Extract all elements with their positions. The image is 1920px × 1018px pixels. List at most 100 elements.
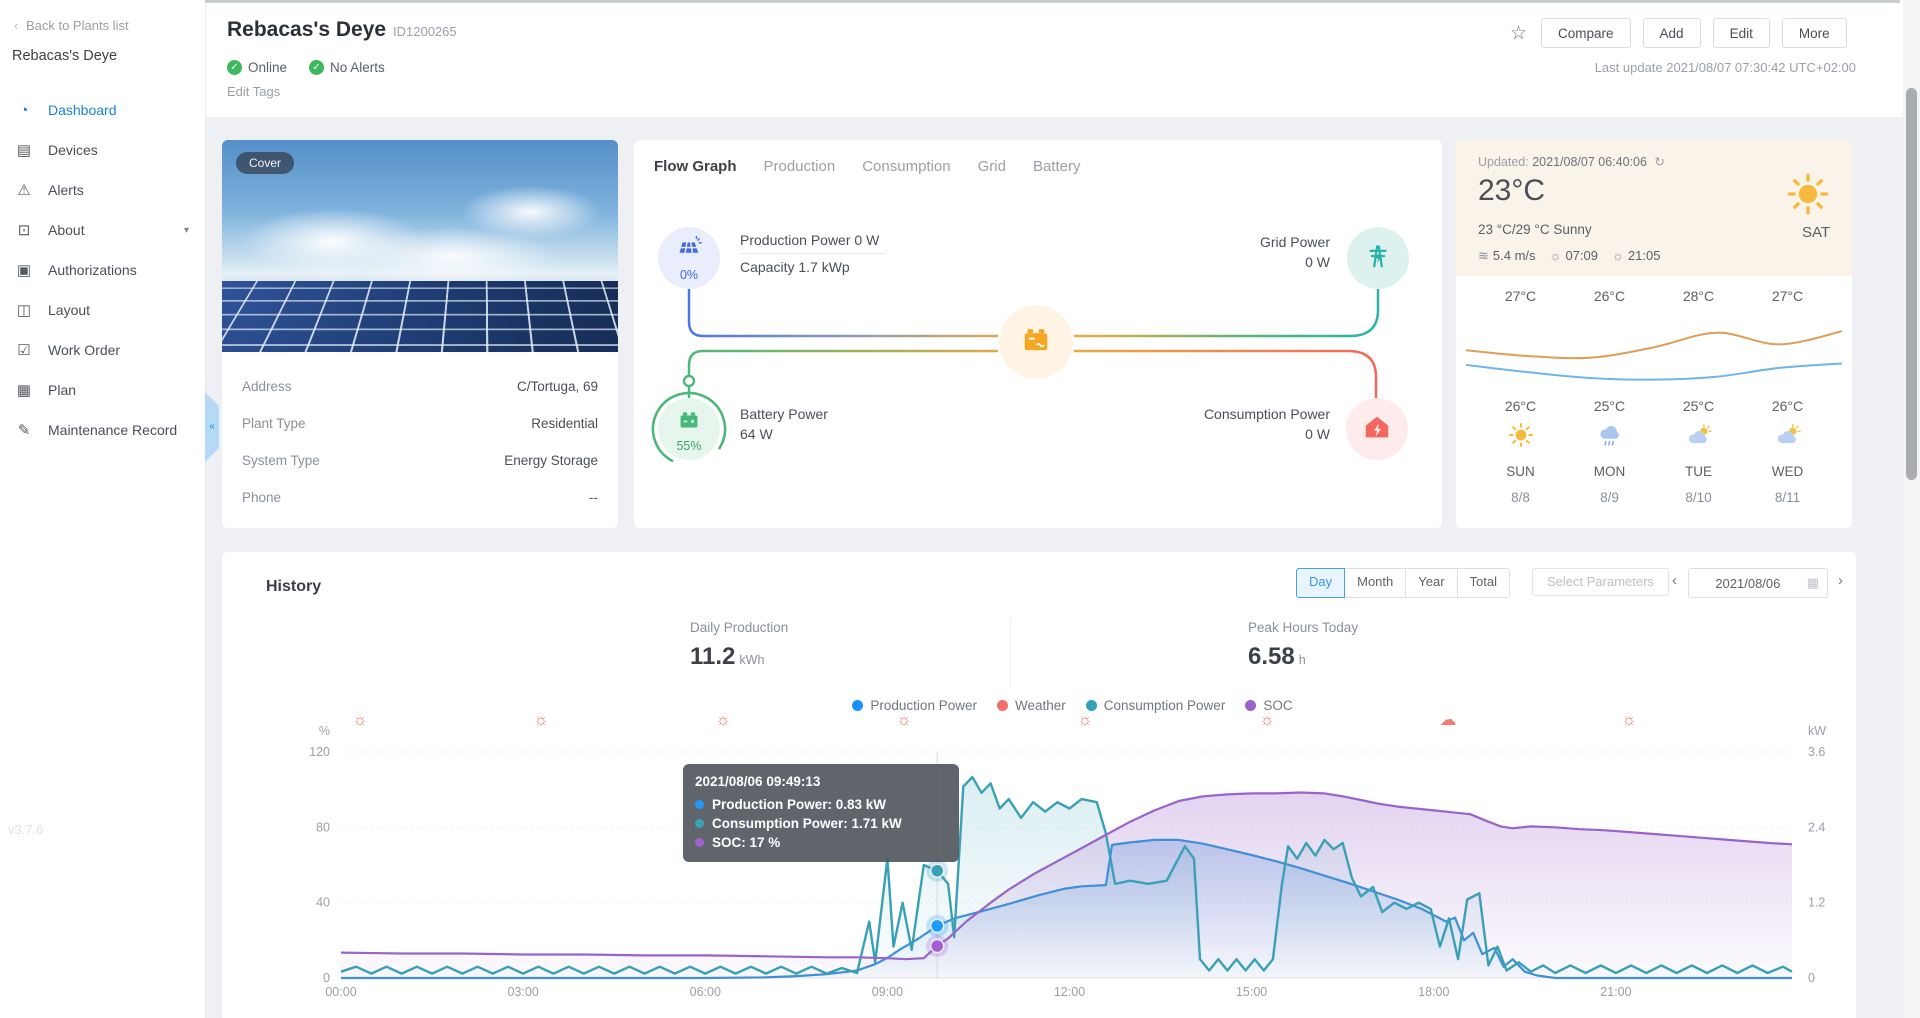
info-label: System Type bbox=[242, 453, 320, 468]
range-tab-month[interactable]: Month bbox=[1345, 568, 1406, 598]
sidebar-item-devices[interactable]: ▤Devices bbox=[0, 130, 205, 170]
maintenance-record-icon: ✎ bbox=[14, 421, 34, 439]
info-value: C/Tortuga, 69 bbox=[517, 379, 598, 394]
vertical-scrollbar[interactable] bbox=[1903, 0, 1920, 1018]
svg-text:40: 40 bbox=[316, 896, 330, 910]
sidebar-item-maintenance-record[interactable]: ✎ Maintenance Record bbox=[0, 410, 205, 450]
tab-grid[interactable]: Grid bbox=[978, 158, 1006, 175]
home-bolt-icon bbox=[1362, 412, 1392, 447]
forecast-days: SUNMONTUEWED bbox=[1476, 464, 1832, 479]
back-to-plants-link[interactable]: ‹ Back to Plants list bbox=[14, 18, 129, 33]
forecast-day: SUN bbox=[1476, 464, 1565, 479]
battery-soc: 55% bbox=[676, 439, 701, 453]
work-order-icon: ☑ bbox=[14, 341, 34, 359]
forecast-date: 8/11 bbox=[1743, 490, 1832, 505]
svg-text:2.4: 2.4 bbox=[1808, 820, 1825, 834]
header-buttons: Compare Add Edit More bbox=[1541, 18, 1847, 48]
tab-consumption[interactable]: Consumption bbox=[862, 158, 950, 175]
info-label: Plant Type bbox=[242, 416, 306, 431]
forecast-date: 8/10 bbox=[1654, 490, 1743, 505]
inverter-icon bbox=[1018, 322, 1054, 363]
info-row-address: Address C/Tortuga, 69 bbox=[242, 368, 598, 405]
range-tab-day[interactable]: Day bbox=[1296, 568, 1345, 598]
solar-panels-image bbox=[222, 281, 618, 352]
sidebar-item-about[interactable]: ⊡About▾ bbox=[0, 210, 205, 250]
stat-value: 11.2kWh bbox=[690, 643, 788, 671]
daily-production-stat: Daily Production 11.2kWh bbox=[690, 620, 788, 671]
sidebar-item-layout[interactable]: ◫Layout bbox=[0, 290, 205, 330]
date-picker[interactable]: 2021/08/06 ▦ bbox=[1688, 568, 1828, 598]
battery-icon bbox=[674, 405, 704, 440]
temperature-range: 23 °C/29 °C Sunny bbox=[1478, 222, 1592, 237]
compare-button[interactable]: Compare bbox=[1541, 18, 1631, 48]
page: ‹ Back to Plants list Rebacas's Deye ◔Da… bbox=[0, 0, 1920, 1018]
tooltip-timestamp: 2021/08/06 09:49:13 bbox=[695, 774, 947, 789]
sunset-icon: ☼ bbox=[1612, 248, 1624, 263]
edit-tags-link[interactable]: Edit Tags bbox=[227, 84, 280, 99]
forecast-high: 28°C bbox=[1654, 288, 1743, 304]
stat-value: 6.58h bbox=[1248, 643, 1358, 671]
wind-icon: ≋ bbox=[1478, 248, 1489, 263]
last-update-text: Last update 2021/08/07 07:30:42 UTC+02:0… bbox=[1595, 60, 1856, 75]
tab-production[interactable]: Production bbox=[764, 158, 836, 175]
sidebar: ‹ Back to Plants list Rebacas's Deye ◔Da… bbox=[0, 0, 206, 1018]
info-label: Address bbox=[242, 379, 292, 394]
range-tab-year[interactable]: Year bbox=[1406, 568, 1457, 598]
sidebar-item-plan[interactable]: ▦Plan bbox=[0, 370, 205, 410]
page-title: Rebacas's Deye bbox=[227, 18, 386, 42]
status-row: ✓ Online ✓ No Alerts bbox=[227, 60, 385, 75]
forecast-low: 25°C bbox=[1565, 398, 1654, 414]
chart-cloud-icon: ☁ bbox=[1440, 710, 1457, 729]
svg-text:kW: kW bbox=[1808, 724, 1826, 738]
add-button[interactable]: Add bbox=[1643, 18, 1701, 48]
sidebar-item-alerts[interactable]: ⚠Alerts bbox=[0, 170, 205, 210]
scrollbar-thumb[interactable] bbox=[1906, 88, 1917, 480]
range-tab-total[interactable]: Total bbox=[1458, 568, 1510, 598]
tab-flow-graph[interactable]: Flow Graph bbox=[654, 158, 737, 175]
sidebar-item-authorizations[interactable]: ▣Authorizations bbox=[0, 250, 205, 290]
forecast-high: 27°C bbox=[1476, 288, 1565, 304]
sidebar-item-dashboard[interactable]: ◔Dashboard bbox=[0, 90, 205, 130]
edit-button[interactable]: Edit bbox=[1713, 18, 1770, 48]
forecast-low: 26°C bbox=[1743, 398, 1832, 414]
battery-node[interactable]: 55% bbox=[658, 398, 720, 460]
sidebar-item-label: Layout bbox=[48, 302, 205, 318]
sidebar-item-work-order[interactable]: ☑Work Order bbox=[0, 330, 205, 370]
current-temperature: 23°C bbox=[1478, 174, 1545, 208]
production-power-label: Production Power 0 W Capacity 1.7 kWp bbox=[740, 230, 885, 277]
stat-label: Daily Production bbox=[690, 620, 788, 635]
history-range-tabs: DayMonthYearTotal bbox=[1296, 568, 1510, 598]
alerts-status-badge: ✓ No Alerts bbox=[309, 60, 385, 75]
sidebar-menu: ◔Dashboard▤Devices⚠Alerts⊡About▾▣Authori… bbox=[0, 90, 205, 450]
tooltip-dot bbox=[695, 838, 704, 847]
inverter-node[interactable] bbox=[999, 305, 1073, 379]
select-parameters-button[interactable]: Select Parameters bbox=[1532, 568, 1669, 596]
favorite-star-icon[interactable]: ☆ bbox=[1510, 22, 1527, 45]
chart-sun-icon: ☼ bbox=[1077, 710, 1093, 729]
previous-date-button[interactable]: ‹ bbox=[1672, 572, 1677, 589]
refresh-icon[interactable]: ↻ bbox=[1654, 155, 1664, 169]
chart-sun-icon: ☼ bbox=[896, 710, 912, 729]
date-value: 2021/08/06 bbox=[1689, 576, 1807, 591]
cover-photo: Cover bbox=[222, 140, 618, 352]
production-node[interactable]: 0% bbox=[658, 227, 720, 289]
forecast-low: 26°C bbox=[1476, 398, 1565, 414]
info-row-system-type: System TypeEnergy Storage bbox=[242, 442, 598, 479]
history-chart[interactable]: %kW0408012001.22.43.600:0003:0006:0009:0… bbox=[300, 693, 1845, 1013]
grid-node[interactable] bbox=[1347, 227, 1409, 289]
cover-badge: Cover bbox=[236, 152, 294, 174]
svg-text:0: 0 bbox=[1808, 971, 1815, 985]
weather-updated: Updated: 2021/08/07 06:40:06 ↻ bbox=[1478, 154, 1665, 169]
sidebar-item-label: About bbox=[48, 222, 184, 238]
consumption-node[interactable] bbox=[1346, 398, 1408, 460]
svg-text:3.6: 3.6 bbox=[1808, 745, 1825, 759]
more-button[interactable]: More bbox=[1782, 18, 1847, 48]
sidebar-item-label: Maintenance Record bbox=[48, 422, 205, 438]
tab-battery[interactable]: Battery bbox=[1033, 158, 1081, 175]
grid-tower-icon bbox=[1363, 241, 1393, 276]
sidebar-collapse-handle[interactable]: « bbox=[205, 392, 219, 462]
sidebar-plant-name: Rebacas's Deye bbox=[12, 48, 117, 64]
grid-power-label: Grid Power0 W bbox=[1190, 232, 1330, 272]
next-date-button[interactable]: › bbox=[1838, 572, 1843, 589]
capacity-label: Capacity 1.7 kWp bbox=[740, 257, 885, 277]
